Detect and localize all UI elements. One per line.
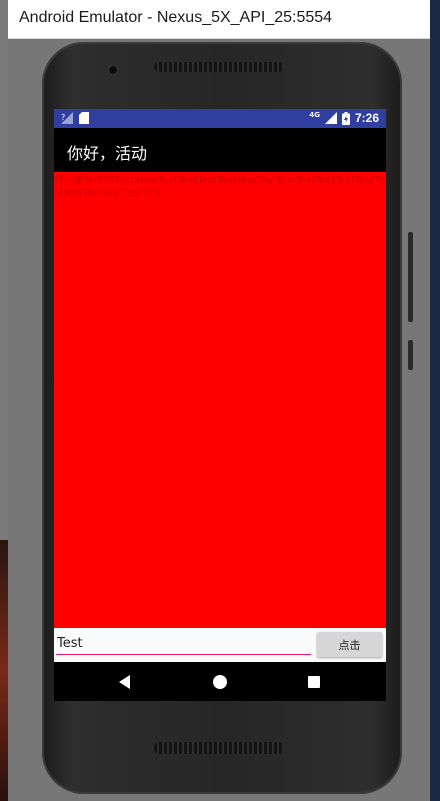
app-bar: 你好，活动 <box>54 128 386 172</box>
window-title: Android Emulator - Nexus_5X_API_25:5554 <box>19 9 333 26</box>
desktop-sidebar <box>430 0 440 801</box>
front-camera <box>109 66 117 74</box>
navigation-bar <box>54 662 386 701</box>
app-title: 你好，活动 <box>67 144 148 163</box>
back-icon[interactable] <box>117 674 133 690</box>
power-button[interactable] <box>408 340 413 370</box>
signal-icon: ? <box>61 112 73 124</box>
recent-apps-icon[interactable] <box>306 674 322 690</box>
emulator-window: Android Emulator - Nexus_5X_API_25:5554 … <box>8 0 432 801</box>
volume-button[interactable] <box>408 232 413 322</box>
battery-icon <box>341 111 350 125</box>
content-area: 代码里修改的TextViewTestTestTestTestTestTestTe… <box>54 172 386 628</box>
home-icon[interactable] <box>212 674 228 690</box>
network-4g-icon: 4G <box>309 111 320 119</box>
sd-card-icon <box>79 112 89 124</box>
svg-text:?: ? <box>61 113 65 122</box>
edit-text-field[interactable] <box>56 632 311 655</box>
bottom-speaker <box>154 742 284 754</box>
click-button[interactable]: 点击 <box>317 632 382 657</box>
window-titlebar[interactable]: Android Emulator - Nexus_5X_API_25:5554 <box>8 0 432 39</box>
cell-signal-icon <box>324 112 337 124</box>
earpiece-speaker <box>154 62 284 72</box>
status-time: 7:26 <box>354 111 379 125</box>
text-view: 代码里修改的TextViewTestTestTestTestTestTestTe… <box>54 175 386 199</box>
phone-screen: ? 4G 7:26 你好，活动 代码里修改的TextViewTestTestTe… <box>54 109 386 701</box>
status-bar: ? 4G 7:26 <box>54 109 386 128</box>
input-row: 点击 <box>54 628 386 662</box>
